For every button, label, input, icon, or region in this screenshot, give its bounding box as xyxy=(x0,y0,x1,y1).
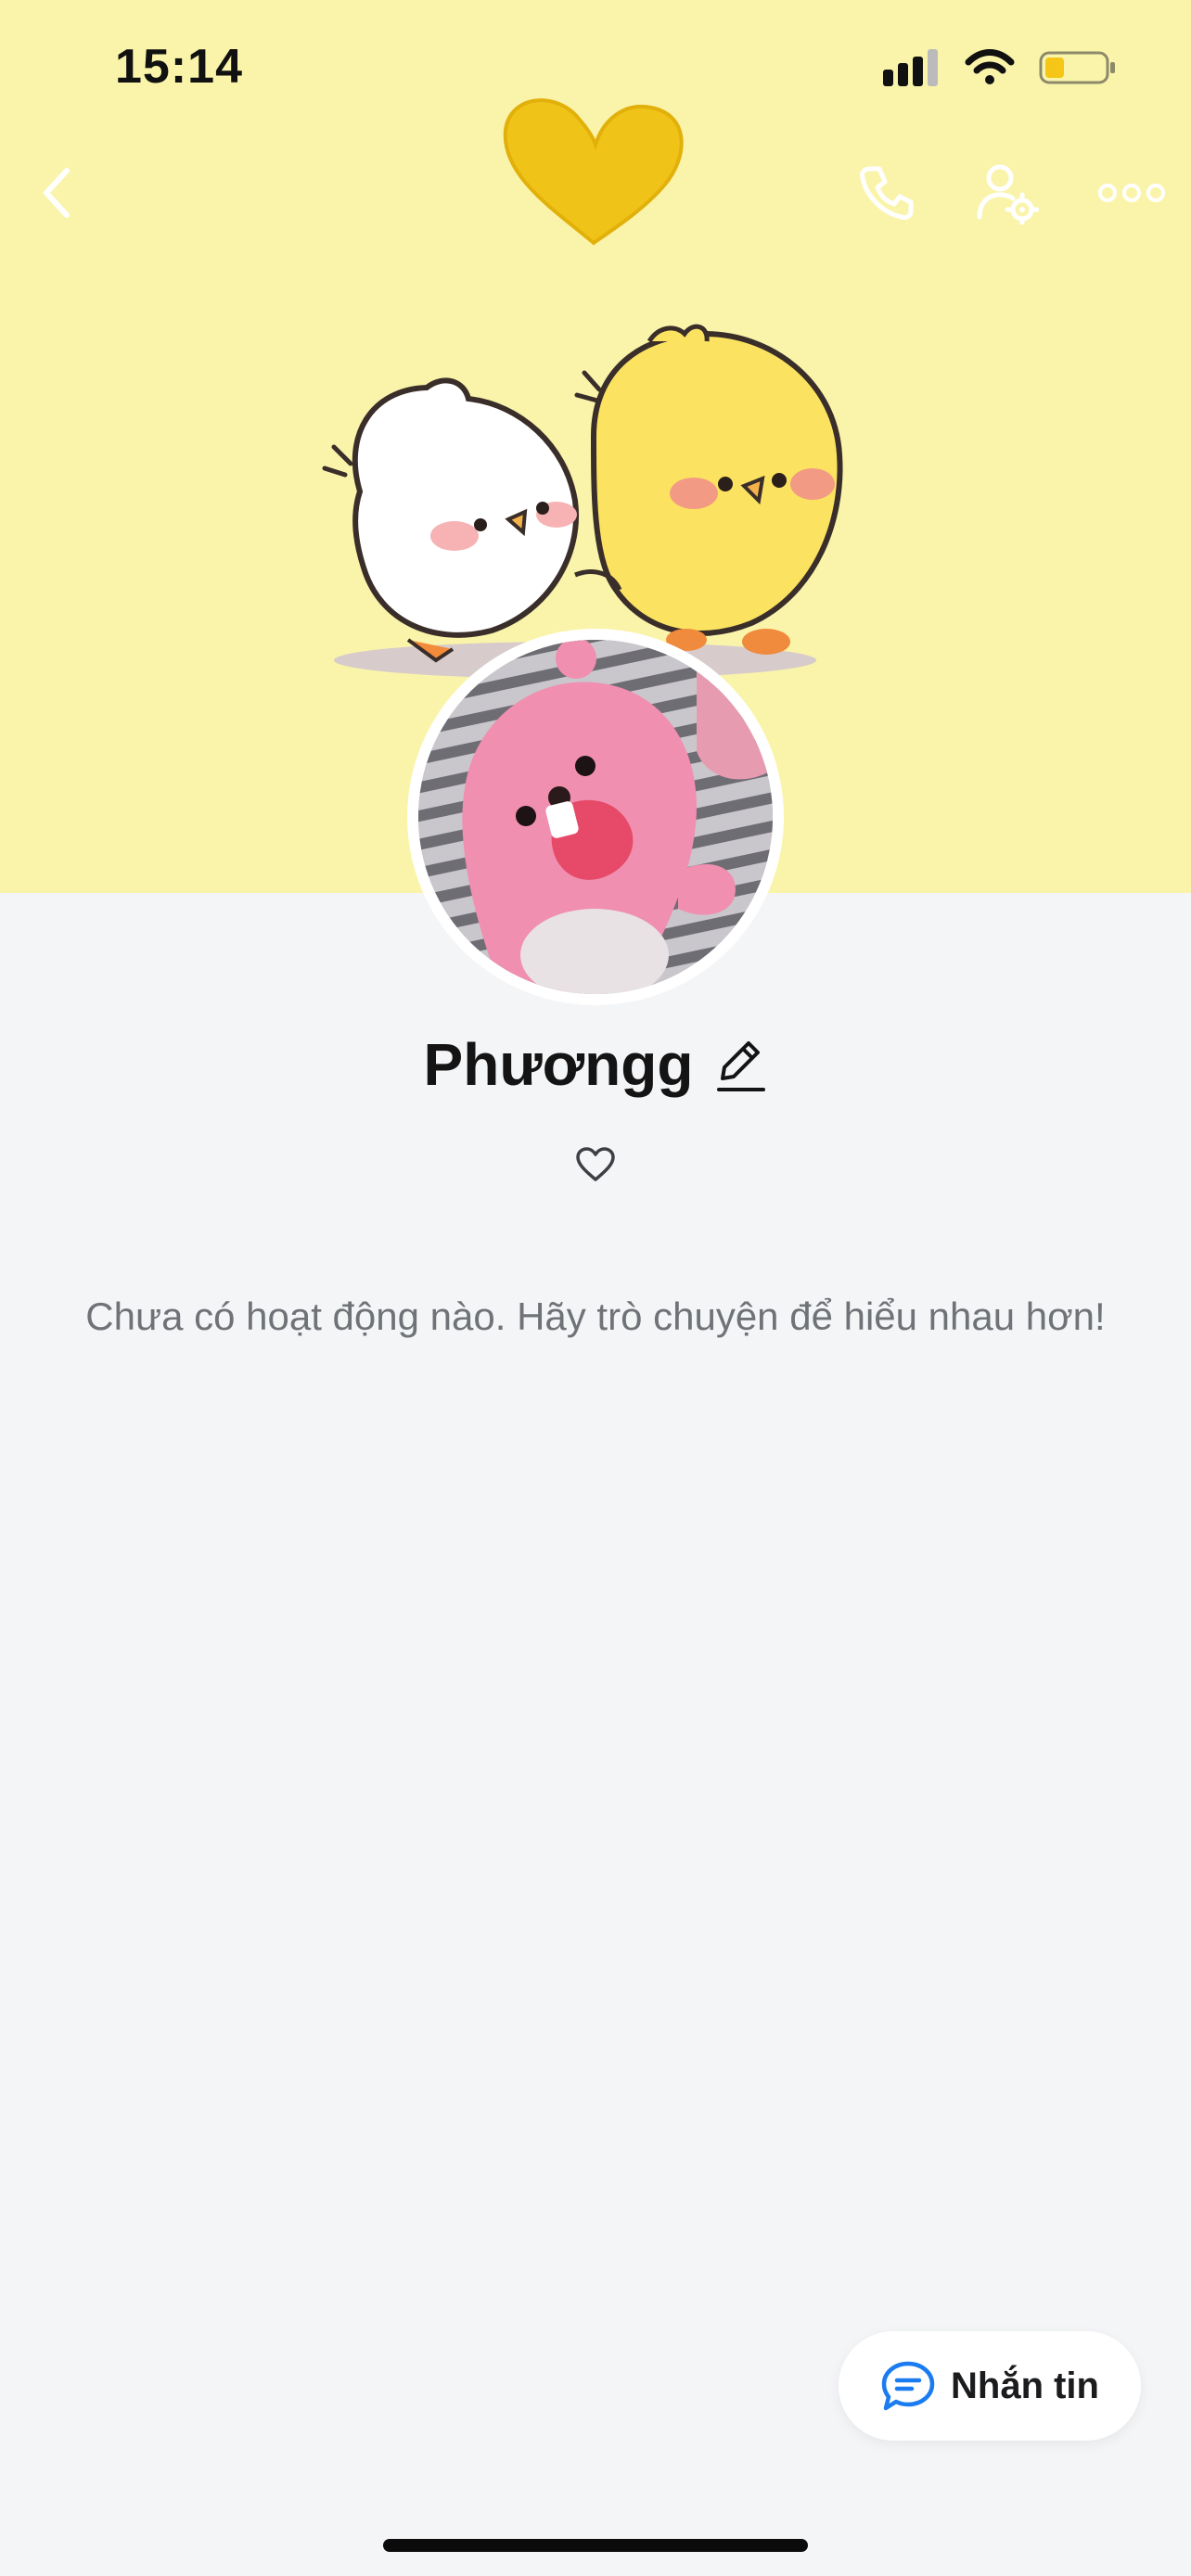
call-button[interactable] xyxy=(850,156,924,230)
back-button[interactable] xyxy=(20,156,95,230)
avatar-frame[interactable] xyxy=(407,629,784,1005)
cellular-signal-icon xyxy=(883,49,938,86)
chevron-left-icon xyxy=(44,168,70,218)
status-icons xyxy=(883,46,1117,89)
profile-name-row: Phươngg xyxy=(0,1027,1191,1102)
heart-outline-icon xyxy=(576,1147,615,1181)
user-settings-button[interactable] xyxy=(970,156,1044,230)
edit-name-button[interactable] xyxy=(715,1035,767,1094)
user-gear-icon xyxy=(977,164,1039,224)
like-button[interactable] xyxy=(568,1139,623,1191)
message-button[interactable]: Nhắn tin xyxy=(839,2331,1141,2441)
wifi-icon xyxy=(965,49,1015,84)
heart-decoration xyxy=(503,98,684,246)
pink-beaver-avatar-icon xyxy=(418,640,773,994)
profile-name: Phươngg xyxy=(423,1031,694,1098)
phone-icon xyxy=(860,166,914,220)
avatar[interactable] xyxy=(418,640,773,994)
chat-bubble-icon xyxy=(881,2361,935,2411)
yellow-chick xyxy=(574,324,843,655)
pencil-icon xyxy=(717,1041,766,1091)
status-time: 15:14 xyxy=(115,40,243,94)
white-chick xyxy=(322,377,580,663)
more-icon xyxy=(1098,184,1165,202)
message-button-label: Nhắn tin xyxy=(951,2365,1099,2406)
home-indicator[interactable] xyxy=(383,2539,808,2552)
more-button[interactable] xyxy=(1095,156,1169,230)
empty-activity-message: Chưa có hoạt động nào. Hãy trò chuyện để… xyxy=(85,1294,1106,1338)
battery-icon xyxy=(1039,51,1115,84)
profile-screen: 15:14 Phươngg Chưa có hoạt động nào. Hãy… xyxy=(0,0,1191,2576)
